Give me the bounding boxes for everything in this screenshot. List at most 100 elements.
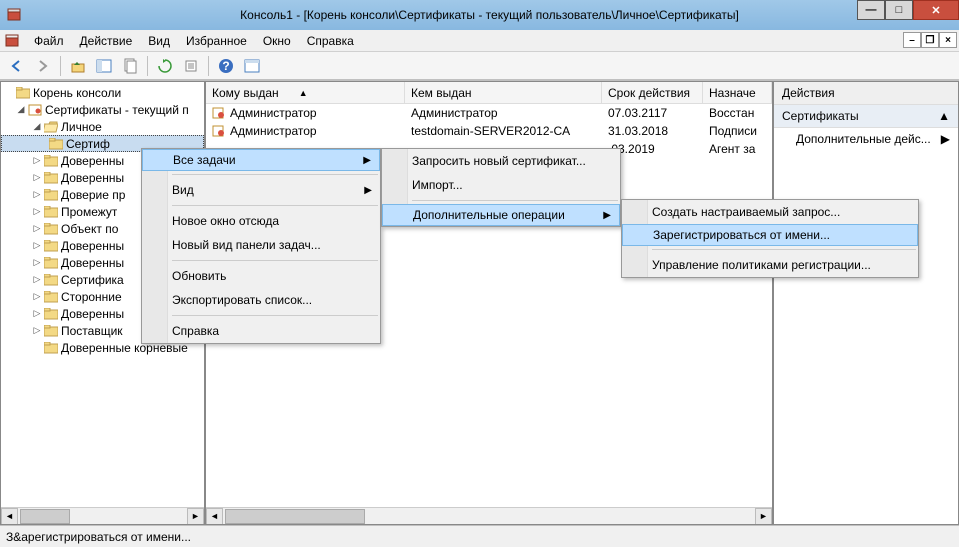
expand-toggle[interactable]: ▷: [31, 155, 43, 166]
menu-file[interactable]: Файл: [26, 32, 72, 50]
actions-more-label: Дополнительные дейс...: [796, 132, 931, 146]
folder-icon: [43, 256, 59, 270]
ctx-new-taskpad[interactable]: Новый вид панели задач...: [142, 233, 380, 257]
tree-label: Доверенны: [61, 154, 124, 168]
expand-toggle[interactable]: ▷: [31, 274, 43, 285]
actions-section-label: Сертификаты: [782, 109, 859, 123]
toolbar: ?: [0, 52, 959, 80]
cell-purpose: Восстан: [703, 106, 772, 120]
mdi-close[interactable]: ×: [939, 32, 957, 48]
menu-window[interactable]: Окно: [255, 32, 299, 50]
folder-icon: [43, 188, 59, 202]
folder-icon: [43, 171, 59, 185]
expand-toggle[interactable]: ▷: [31, 223, 43, 234]
folder-open-icon: [43, 120, 59, 134]
col-issued-to[interactable]: Кому выдан▲: [206, 82, 405, 103]
ctx-custom-request[interactable]: Создать настраиваемый запрос...: [622, 200, 918, 224]
expand-toggle[interactable]: ▷: [31, 240, 43, 251]
copy-icon[interactable]: [119, 55, 141, 77]
mdi-restore[interactable]: ❐: [921, 32, 939, 48]
cell-issued-to: Администратор: [206, 106, 405, 120]
context-menu-1: Все задачи▶ Вид▶ Новое окно отсюда Новый…: [141, 148, 381, 344]
expand-toggle[interactable]: ▷: [31, 257, 43, 268]
folder-icon: [15, 86, 31, 100]
table-row[interactable]: Администратор Администратор 07.03.2117 В…: [206, 104, 772, 122]
forward-button[interactable]: [32, 55, 54, 77]
scroll-left-button[interactable]: ◄: [206, 508, 223, 525]
back-button[interactable]: [6, 55, 28, 77]
scroll-right-button[interactable]: ►: [755, 508, 772, 525]
tree-root[interactable]: Корень консоли: [1, 84, 204, 101]
show-hide-tree-button[interactable]: [93, 55, 115, 77]
folder-icon: [48, 137, 64, 151]
tree-label: Корень консоли: [33, 86, 121, 100]
scrollbar-thumb[interactable]: [225, 509, 365, 524]
menu-help[interactable]: Справка: [299, 32, 362, 50]
folder-icon: [43, 222, 59, 236]
submenu-arrow-icon: ▶: [603, 210, 611, 221]
maximize-button[interactable]: □: [885, 0, 913, 20]
minimize-button[interactable]: —: [857, 0, 885, 20]
folder-icon: [43, 341, 59, 355]
menu-view[interactable]: Вид: [140, 32, 178, 50]
expand-toggle[interactable]: ▷: [31, 189, 43, 200]
certificate-icon: [212, 106, 226, 120]
ctx-manage-policies[interactable]: Управление политиками регистрации...: [622, 253, 918, 277]
expand-toggle[interactable]: ▷: [31, 172, 43, 183]
mdi-minimize[interactable]: –: [903, 32, 921, 48]
expand-toggle[interactable]: ▷: [31, 206, 43, 217]
folder-icon: [43, 290, 59, 304]
cell-issued-by: testdomain-SERVER2012-CA: [405, 124, 602, 138]
tree-hscrollbar[interactable]: ◄ ►: [1, 507, 204, 524]
ctx-view[interactable]: Вид▶: [142, 178, 380, 202]
export-button[interactable]: [180, 55, 202, 77]
ctx-new-window[interactable]: Новое окно отсюда: [142, 209, 380, 233]
tree-label: Поставщик: [61, 324, 123, 338]
expand-toggle[interactable]: ▷: [31, 325, 43, 336]
close-button[interactable]: ✕: [913, 0, 959, 20]
tree-personal[interactable]: ◢ Личное: [1, 118, 204, 135]
scroll-right-button[interactable]: ►: [187, 508, 204, 525]
ctx-request-new[interactable]: Запросить новый сертификат...: [382, 149, 620, 173]
actions-more[interactable]: Дополнительные дейс... ▶: [774, 128, 958, 150]
scroll-left-button[interactable]: ◄: [1, 508, 18, 525]
ctx-enroll-obo[interactable]: Зарегистрироваться от имени...: [622, 224, 918, 246]
titlebar: Консоль1 - [Корень консоли\Сертификаты -…: [0, 0, 959, 30]
scrollbar-track[interactable]: [18, 508, 187, 525]
actions-section[interactable]: Сертификаты ▲: [774, 105, 958, 128]
statusbar: З&арегистрироваться от имени...: [0, 525, 959, 547]
help-button[interactable]: ?: [215, 55, 237, 77]
col-purpose[interactable]: Назначе: [703, 82, 772, 103]
scrollbar-thumb[interactable]: [20, 509, 70, 524]
scrollbar-track[interactable]: [223, 508, 755, 525]
svg-text:?: ?: [222, 59, 229, 73]
tree-label: Личное: [61, 120, 102, 134]
list-hscrollbar[interactable]: ◄ ►: [206, 507, 772, 524]
menu-action[interactable]: Действие: [72, 32, 141, 50]
expand-toggle[interactable]: ▷: [31, 308, 43, 319]
tree-label: Сертификаты - текущий п: [45, 103, 189, 117]
tree-label: Доверенны: [61, 171, 124, 185]
up-button[interactable]: [67, 55, 89, 77]
context-menu-2: Запросить новый сертификат... Импорт... …: [381, 148, 621, 227]
expand-toggle[interactable]: ▷: [31, 291, 43, 302]
col-issued-by[interactable]: Кем выдан: [405, 82, 602, 103]
properties-button[interactable]: [241, 55, 263, 77]
tree-certs-user[interactable]: ◢ Сертификаты - текущий п: [1, 101, 204, 118]
menu-favorites[interactable]: Избранное: [178, 32, 255, 50]
mdi-controls: – ❐ ×: [903, 32, 957, 48]
expand-toggle[interactable]: ◢: [31, 121, 43, 132]
expand-toggle[interactable]: ◢: [15, 104, 27, 115]
refresh-button[interactable]: [154, 55, 176, 77]
ctx-all-tasks[interactable]: Все задачи▶: [142, 149, 380, 171]
col-expires[interactable]: Срок действия: [602, 82, 703, 103]
ctx-export[interactable]: Экспортировать список...: [142, 288, 380, 312]
ctx-refresh[interactable]: Обновить: [142, 264, 380, 288]
cell-expires: 31.03.2018: [602, 124, 703, 138]
ctx-import[interactable]: Импорт...: [382, 173, 620, 197]
ctx-help[interactable]: Справка: [142, 319, 380, 343]
actions-header: Действия: [774, 82, 958, 105]
table-row[interactable]: Администратор testdomain-SERVER2012-CA 3…: [206, 122, 772, 140]
ctx-advanced[interactable]: Дополнительные операции▶: [382, 204, 620, 226]
collapse-icon[interactable]: ▲: [938, 109, 950, 123]
